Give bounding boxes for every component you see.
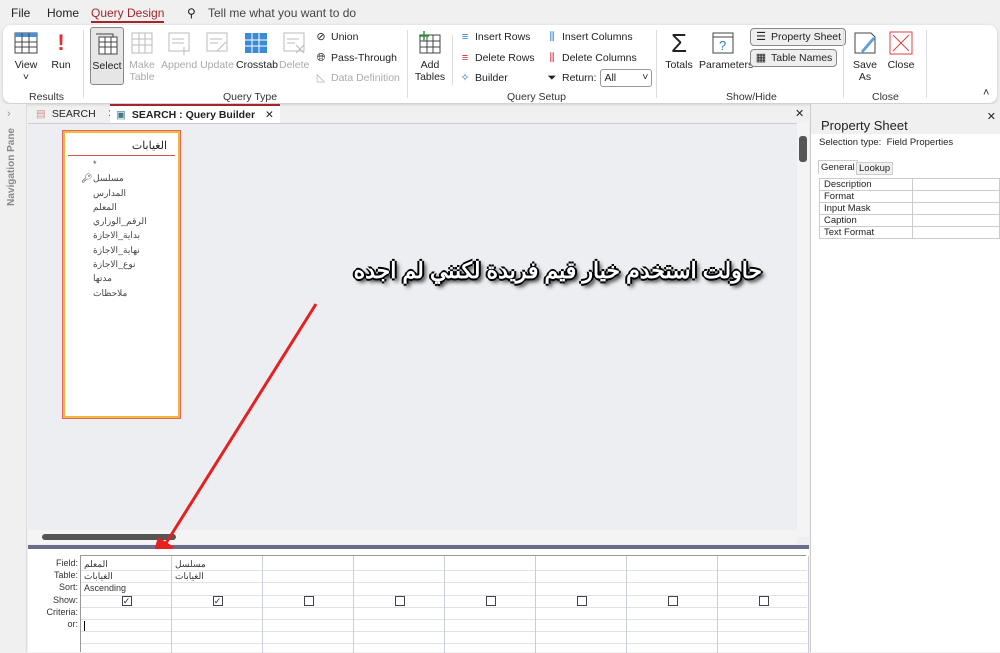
grid-cell-field[interactable]: المعلم	[84, 559, 108, 570]
show-checkbox[interactable]: ✓	[121, 595, 132, 606]
property-value[interactable]	[912, 214, 1000, 227]
row-label: or:	[67, 619, 78, 629]
property-name: Description	[819, 178, 913, 191]
property-name: Input Mask	[819, 202, 913, 215]
property-row[interactable]: Format	[819, 190, 1000, 203]
property-row[interactable]: Input Mask	[819, 202, 1000, 215]
show-checkbox[interactable]	[758, 595, 769, 606]
row-label: Sort:	[58, 582, 78, 593]
tab-general[interactable]: General	[818, 160, 858, 174]
show-checkbox[interactable]: ✓	[212, 595, 223, 606]
property-value[interactable]	[912, 178, 1000, 191]
property-value[interactable]	[912, 226, 1000, 239]
text-cursor	[84, 621, 85, 631]
property-row[interactable]: Text Format	[819, 226, 1000, 239]
selection-type: Selection type: Field Properties	[819, 137, 954, 148]
row-label: Table:	[53, 570, 78, 581]
property-value[interactable]	[912, 190, 1000, 203]
grid-column[interactable]: مسلسل الغيابات ✓	[172, 556, 263, 653]
annotation-text: حاولت استخدم خيار قيم فريدة لكنني لم اجد…	[353, 258, 762, 283]
property-sheet-panel: Property Sheet ✕ Selection type: Field P…	[810, 104, 1000, 652]
show-checkbox[interactable]	[303, 595, 314, 606]
grid-column[interactable]	[263, 556, 354, 653]
tab-lookup[interactable]: Lookup	[856, 162, 894, 175]
row-label: Criteria:	[46, 606, 78, 617]
grid-cell-sort[interactable]: Ascending	[84, 583, 126, 593]
show-checkbox[interactable]	[485, 595, 496, 606]
close-property-sheet-icon[interactable]: ✕	[987, 110, 996, 123]
property-sheet-title: Property Sheet	[821, 118, 908, 133]
show-checkbox[interactable]	[576, 595, 587, 606]
grid-cell-table[interactable]: الغيابات	[84, 571, 113, 582]
property-table: Description Format Input Mask Caption Text F…	[819, 178, 1000, 239]
property-name: Text Format	[819, 226, 913, 239]
grid-column[interactable]	[445, 556, 536, 653]
show-checkbox[interactable]	[667, 595, 678, 606]
row-label: Field:	[55, 558, 78, 568]
grid-column[interactable]	[627, 556, 718, 653]
property-name: Format	[819, 190, 913, 203]
grid-cell-field[interactable]: مسلسل	[175, 559, 206, 570]
grid-column[interactable]	[718, 556, 809, 653]
property-name: Caption	[819, 214, 913, 227]
design-grid: المعلم الغيابات Ascending ✓ مسلسل الغيابات ✓	[80, 555, 809, 653]
grid-column[interactable]	[536, 556, 627, 653]
grid-column[interactable]	[354, 556, 445, 653]
property-row[interactable]: Caption	[819, 214, 1000, 227]
show-checkbox[interactable]	[394, 595, 405, 606]
grid-column[interactable]: المعلم الغيابات Ascending ✓	[81, 556, 172, 653]
property-row[interactable]: Description	[819, 178, 1000, 191]
row-label: Show:	[52, 594, 78, 605]
property-value[interactable]	[912, 202, 1000, 215]
grid-cell-table[interactable]: الغيابات	[175, 571, 204, 582]
